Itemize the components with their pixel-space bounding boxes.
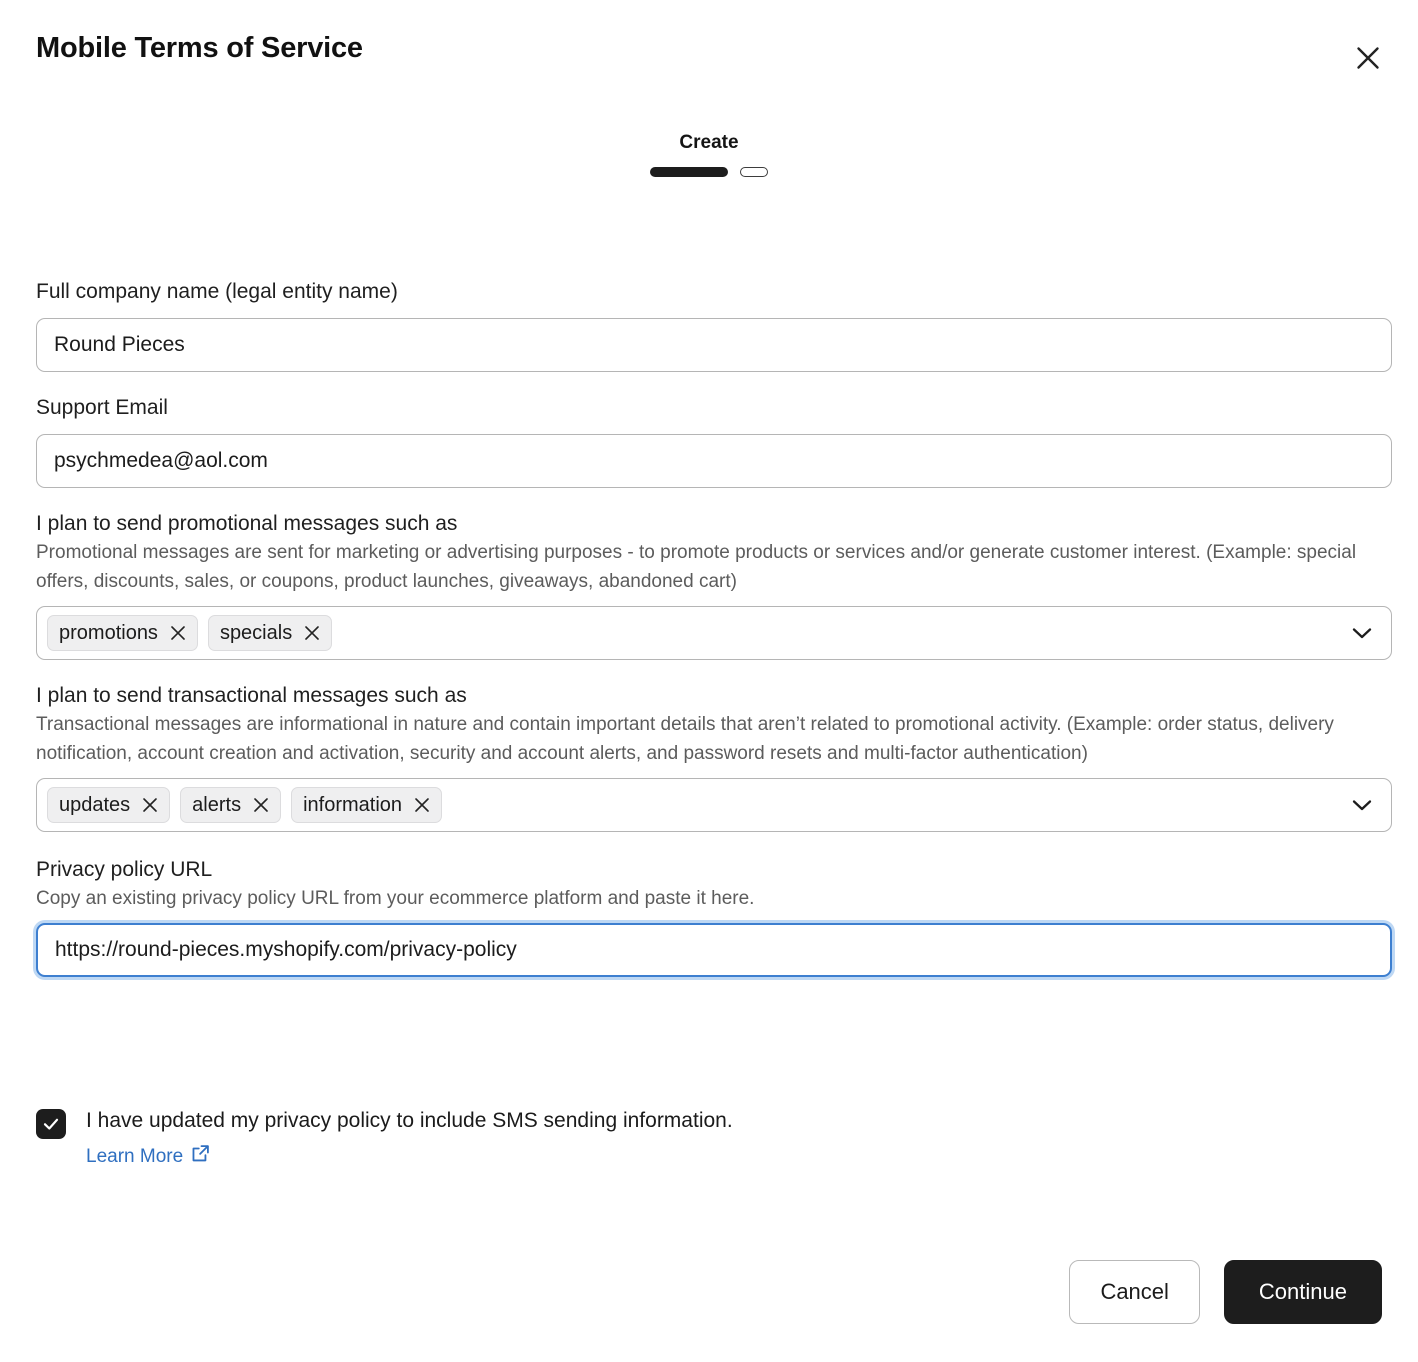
chip-remove-icon[interactable] (414, 797, 430, 813)
chevron-down-icon[interactable] (1349, 792, 1375, 818)
chip[interactable]: alerts (180, 787, 282, 823)
learn-more-label: Learn More (86, 1146, 184, 1167)
support-email-field-group: Support Email (36, 394, 1392, 488)
promotional-messages-select[interactable]: promotions specials (36, 606, 1392, 660)
support-email-label: Support Email (36, 396, 168, 419)
company-name-label: Full company name (legal entity name) (36, 280, 398, 303)
privacy-policy-url-help: Copy an existing privacy policy URL from… (36, 888, 755, 909)
chip-remove-icon[interactable] (142, 797, 158, 813)
chevron-down-icon[interactable] (1349, 620, 1375, 646)
step-dot-2-inactive[interactable] (740, 167, 768, 177)
modal-footer: Cancel Continue (1069, 1260, 1382, 1324)
privacy-policy-url-input[interactable] (36, 923, 1392, 977)
terms-form: Full company name (legal entity name) Su… (36, 278, 1392, 977)
step-dot-1-active[interactable] (650, 167, 728, 177)
privacy-consent-row: I have updated my privacy policy to incl… (36, 1106, 733, 1170)
chip-label: promotions (59, 621, 158, 644)
chip[interactable]: information (291, 787, 443, 823)
close-icon (1355, 45, 1381, 71)
promotional-messages-help: Promotional messages are sent for market… (36, 542, 1357, 592)
promotional-messages-label: I plan to send promotional messages such… (36, 512, 458, 535)
chip-remove-icon[interactable] (170, 625, 186, 641)
support-email-input[interactable] (36, 434, 1392, 488)
privacy-policy-url-field-group: Privacy policy URL Copy an existing priv… (36, 856, 1392, 977)
learn-more-link[interactable]: Learn More (86, 1144, 210, 1170)
continue-button[interactable]: Continue (1223, 1260, 1382, 1324)
transactional-messages-select[interactable]: updates alerts information (36, 778, 1392, 832)
company-name-field-group: Full company name (legal entity name) (36, 278, 1392, 372)
chip-label: alerts (192, 793, 242, 816)
company-name-input[interactable] (36, 318, 1392, 372)
chip-remove-icon[interactable] (253, 797, 269, 813)
modal-header: Mobile Terms of Service (36, 30, 1382, 86)
transactional-messages-field-group: I plan to send transactional messages su… (36, 682, 1392, 832)
chip[interactable]: promotions (47, 615, 198, 651)
chip[interactable]: updates (47, 787, 171, 823)
close-button[interactable] (1346, 36, 1390, 80)
step-dots (0, 167, 1418, 177)
transactional-messages-label: I plan to send transactional messages su… (36, 684, 467, 707)
cancel-button[interactable]: Cancel (1069, 1260, 1200, 1324)
privacy-consent-label: I have updated my privacy policy to incl… (86, 1109, 733, 1132)
chip-label: updates (59, 793, 131, 816)
chip-label: specials (219, 621, 293, 644)
transactional-chip-list: updates alerts information (47, 787, 443, 823)
promotional-chip-list: promotions specials (47, 615, 333, 651)
privacy-policy-url-label: Privacy policy URL (36, 858, 213, 881)
step-indicator: Create (0, 131, 1418, 177)
page-title: Mobile Terms of Service (36, 32, 363, 64)
transactional-messages-help: Transactional messages are informational… (36, 714, 1334, 764)
mobile-terms-of-service-modal: Mobile Terms of Service Create Full comp… (0, 0, 1418, 1362)
chip[interactable]: specials (207, 615, 333, 651)
privacy-consent-text-block: I have updated my privacy policy to incl… (86, 1106, 733, 1170)
promotional-messages-field-group: I plan to send promotional messages such… (36, 510, 1392, 660)
chip-label: information (303, 793, 403, 816)
step-label: Create (679, 132, 739, 153)
chip-remove-icon[interactable] (304, 625, 320, 641)
privacy-consent-checkbox[interactable] (36, 1109, 66, 1139)
external-link-icon (191, 1144, 210, 1170)
